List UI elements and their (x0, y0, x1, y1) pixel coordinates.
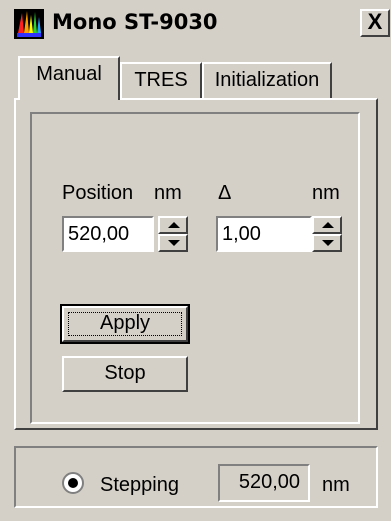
triangle-up-icon (168, 222, 180, 228)
monochromator-window: Mono ST-9030 X Manual TRES Initializatio… (0, 0, 391, 521)
delta-spinner (312, 216, 342, 252)
position-spin-down-button[interactable] (158, 234, 188, 252)
close-icon: X (367, 9, 383, 34)
window-title: Mono ST-9030 (52, 10, 218, 34)
radio-dot (68, 478, 78, 488)
spectrum-icon (14, 9, 44, 39)
triangle-up-icon (322, 222, 334, 228)
stepping-label: Stepping (100, 474, 179, 496)
stop-button-label: Stop (104, 362, 146, 384)
delta-label: Δ (218, 182, 232, 204)
title-bar: Mono ST-9030 X (4, 3, 390, 43)
tab-tres-label: TRES (134, 69, 188, 91)
position-spinner (158, 216, 188, 252)
tab-manual-label: Manual (36, 63, 102, 85)
delta-spin-down-button[interactable] (312, 234, 342, 252)
tab-initialization[interactable]: Initialization (202, 62, 332, 98)
apply-button[interactable]: Apply (60, 304, 190, 344)
delta-input[interactable] (216, 216, 312, 252)
position-input[interactable] (62, 216, 154, 252)
stepping-radio[interactable] (62, 472, 84, 494)
current-position-readout: 520,00 (218, 464, 310, 502)
triangle-down-icon (168, 240, 180, 246)
position-unit-label: nm (154, 182, 182, 204)
tab-manual[interactable]: Manual (18, 56, 120, 100)
position-spin-up-button[interactable] (158, 216, 188, 234)
close-button[interactable]: X (360, 9, 390, 37)
triangle-down-icon (322, 240, 334, 246)
readout-unit-label: nm (322, 474, 350, 496)
focus-rect (68, 312, 182, 336)
delta-unit-label: nm (312, 182, 340, 204)
stop-button[interactable]: Stop (62, 356, 188, 392)
tab-tres[interactable]: TRES (120, 62, 202, 98)
delta-spin-up-button[interactable] (312, 216, 342, 234)
position-label: Position (62, 182, 134, 204)
tab-initialization-label: Initialization (214, 69, 320, 91)
